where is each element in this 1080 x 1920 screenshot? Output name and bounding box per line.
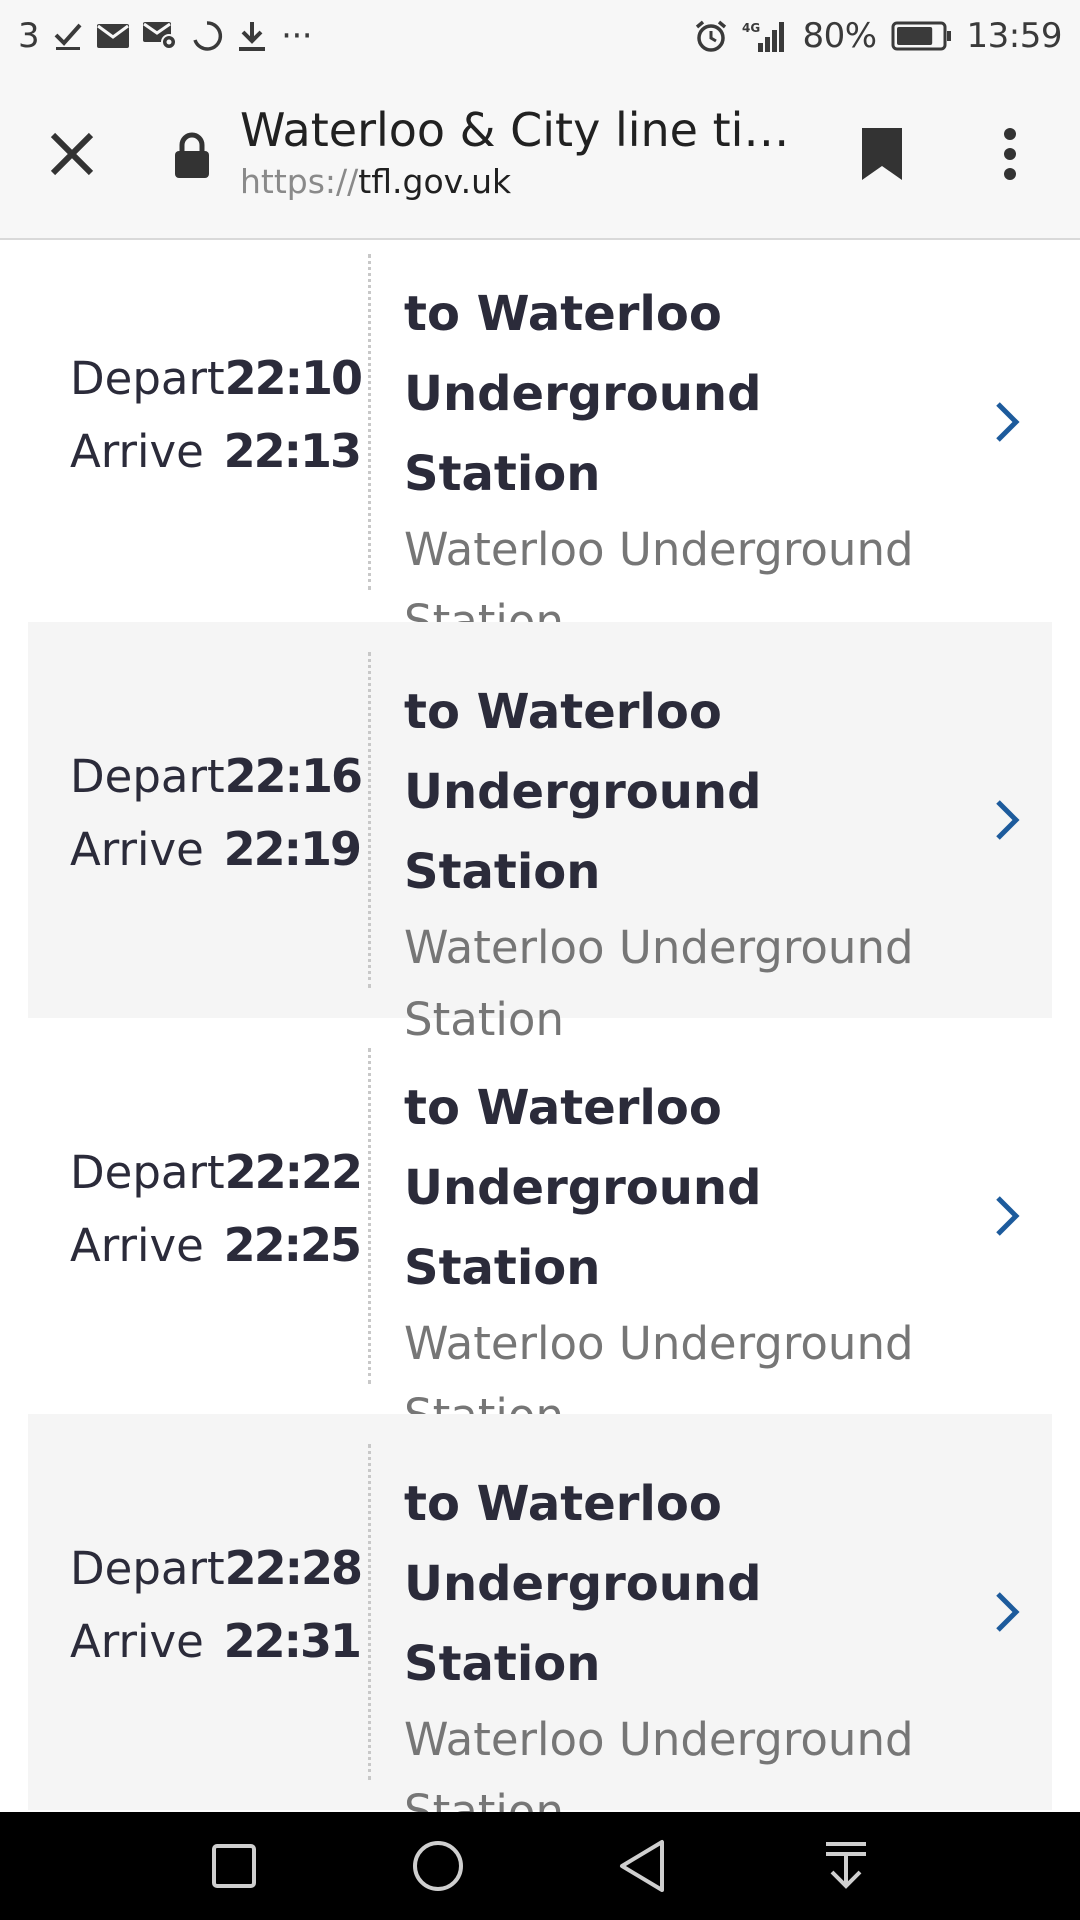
destination-title-line2: Underground Station <box>404 1160 762 1296</box>
depart-line: Depart 22:10 <box>70 342 363 415</box>
arrive-label: Arrive <box>70 1615 204 1668</box>
arrive-time: 22:25 <box>223 1218 362 1272</box>
arrive-label: Arrive <box>70 425 204 478</box>
chevron-right-icon <box>988 392 1028 452</box>
depart-time: 22:22 <box>224 1145 363 1199</box>
destination-title-line2: Underground Station <box>404 1556 762 1692</box>
email-settings-icon <box>143 22 178 50</box>
alarm-icon <box>694 19 728 53</box>
back-icon <box>620 1840 664 1892</box>
recent-apps-button[interactable] <box>198 1830 270 1902</box>
browser-toolbar: Waterloo & City line tim... https://tfl.… <box>0 72 1080 240</box>
destination-block: to Waterloo Underground Station Waterloo… <box>404 1464 964 1812</box>
station-name-line1: Waterloo Underground <box>404 921 914 974</box>
bookmark-icon <box>862 128 902 180</box>
departure-row[interactable]: Depart 22:28 Arrive 22:31 to Waterloo Unde… <box>28 1414 1052 1812</box>
battery-level-fill <box>896 27 932 45</box>
more-notifications-icon: ··· <box>281 16 313 56</box>
notification-shade-button[interactable] <box>810 1830 882 1902</box>
screen: 3 ··· 4G 80% 13:59 Waterloo & City line … <box>0 0 1080 1920</box>
signal-icon: 4G <box>742 19 788 53</box>
depart-time: 22:28 <box>224 1541 363 1595</box>
depart-line: Depart 22:28 <box>70 1532 363 1605</box>
download-icon <box>237 20 267 52</box>
chevron-right-icon <box>988 790 1028 850</box>
chevron-right-icon <box>988 1582 1028 1642</box>
destination-block: to Waterloo Underground Station Waterloo… <box>404 1068 964 1452</box>
destination-block: to Waterloo Underground Station Waterloo… <box>404 274 964 658</box>
status-right: 4G 80% 13:59 <box>694 16 1063 56</box>
departure-row[interactable]: Depart 22:22 Arrive 22:25 to Waterloo Unde… <box>28 1018 1052 1442</box>
navigation-bar <box>0 1812 1080 1920</box>
depart-label: Depart <box>70 352 225 405</box>
destination-title-line1: to Waterloo <box>404 286 722 342</box>
bookmark-button[interactable] <box>856 122 908 186</box>
station-name-line1: Waterloo Underground <box>404 1713 914 1766</box>
departure-times: Depart 22:10 Arrive 22:13 <box>70 342 363 488</box>
arrive-line: Arrive 22:19 <box>70 813 362 886</box>
lock-icon <box>172 132 212 180</box>
arrive-label: Arrive <box>70 1219 204 1272</box>
arrive-line: Arrive 22:13 <box>70 415 362 488</box>
row-divider <box>368 254 371 590</box>
station-name-line2: Station <box>404 1785 564 1812</box>
destination-block: to Waterloo Underground Station Waterloo… <box>404 672 964 1056</box>
arrive-time: 22:19 <box>223 822 362 876</box>
destination-title-line2: Underground Station <box>404 764 762 900</box>
departure-list: Depart 22:10 Arrive 22:13 to Waterloo Unde… <box>28 240 1052 1812</box>
overflow-menu-button[interactable] <box>986 120 1034 188</box>
battery-percent: 80% <box>802 16 877 56</box>
arrive-time: 22:31 <box>223 1614 362 1668</box>
email-icon <box>97 24 130 48</box>
home-icon <box>413 1841 463 1891</box>
departure-times: Depart 22:16 Arrive 22:19 <box>70 740 363 886</box>
status-left: 3 ··· <box>18 16 313 56</box>
departure-row[interactable]: Depart 22:10 Arrive 22:13 to Waterloo Unde… <box>28 240 1052 648</box>
page-title: Waterloo & City line tim... <box>240 103 800 157</box>
arrive-line: Arrive 22:31 <box>70 1605 362 1678</box>
station-name-line1: Waterloo Underground <box>404 523 914 576</box>
check-icon <box>53 21 83 51</box>
row-divider <box>368 1444 371 1780</box>
network-label: 4G <box>742 21 760 35</box>
recent-apps-icon <box>212 1844 256 1888</box>
depart-line: Depart 22:16 <box>70 740 363 813</box>
close-button[interactable] <box>40 122 104 186</box>
notification-shade-icon <box>826 1842 866 1889</box>
depart-time: 22:16 <box>224 749 363 803</box>
row-divider <box>368 1048 371 1384</box>
depart-label: Depart <box>70 1146 225 1199</box>
sync-icon <box>191 20 223 52</box>
arrive-line: Arrive 22:25 <box>70 1209 362 1282</box>
url-host: tfl.gov.uk <box>358 162 512 201</box>
departure-times: Depart 22:28 Arrive 22:31 <box>70 1532 363 1678</box>
destination-title-line2: Underground Station <box>404 366 762 502</box>
depart-time: 22:10 <box>224 351 363 405</box>
station-name-line1: Waterloo Underground <box>404 1317 914 1370</box>
destination-title-line1: to Waterloo <box>404 1476 722 1532</box>
more-vert-icon <box>1004 128 1016 180</box>
url-scheme: https:// <box>240 162 359 201</box>
status-bar: 3 ··· 4G 80% 13:59 <box>0 0 1080 72</box>
home-button[interactable] <box>402 1830 474 1902</box>
departure-times: Depart 22:22 Arrive 22:25 <box>70 1136 363 1282</box>
depart-label: Depart <box>70 1542 225 1595</box>
battery-icon <box>891 20 953 52</box>
page-url: https://tfl.gov.uk <box>240 158 800 206</box>
back-button[interactable] <box>606 1830 678 1902</box>
departure-row[interactable]: Depart 22:16 Arrive 22:19 to Waterloo Unde… <box>28 622 1052 1046</box>
url-bar[interactable]: Waterloo & City line tim... https://tfl.… <box>240 102 800 206</box>
destination-title-line1: to Waterloo <box>404 684 722 740</box>
notification-count: 3 <box>18 16 40 56</box>
depart-line: Depart 22:22 <box>70 1136 363 1209</box>
arrive-time: 22:13 <box>223 424 362 478</box>
depart-label: Depart <box>70 750 225 803</box>
destination-title-line1: to Waterloo <box>404 1080 722 1136</box>
clock: 13:59 <box>966 16 1063 56</box>
arrive-label: Arrive <box>70 823 204 876</box>
chevron-right-icon <box>988 1186 1028 1246</box>
row-divider <box>368 652 371 988</box>
close-icon <box>50 132 94 176</box>
